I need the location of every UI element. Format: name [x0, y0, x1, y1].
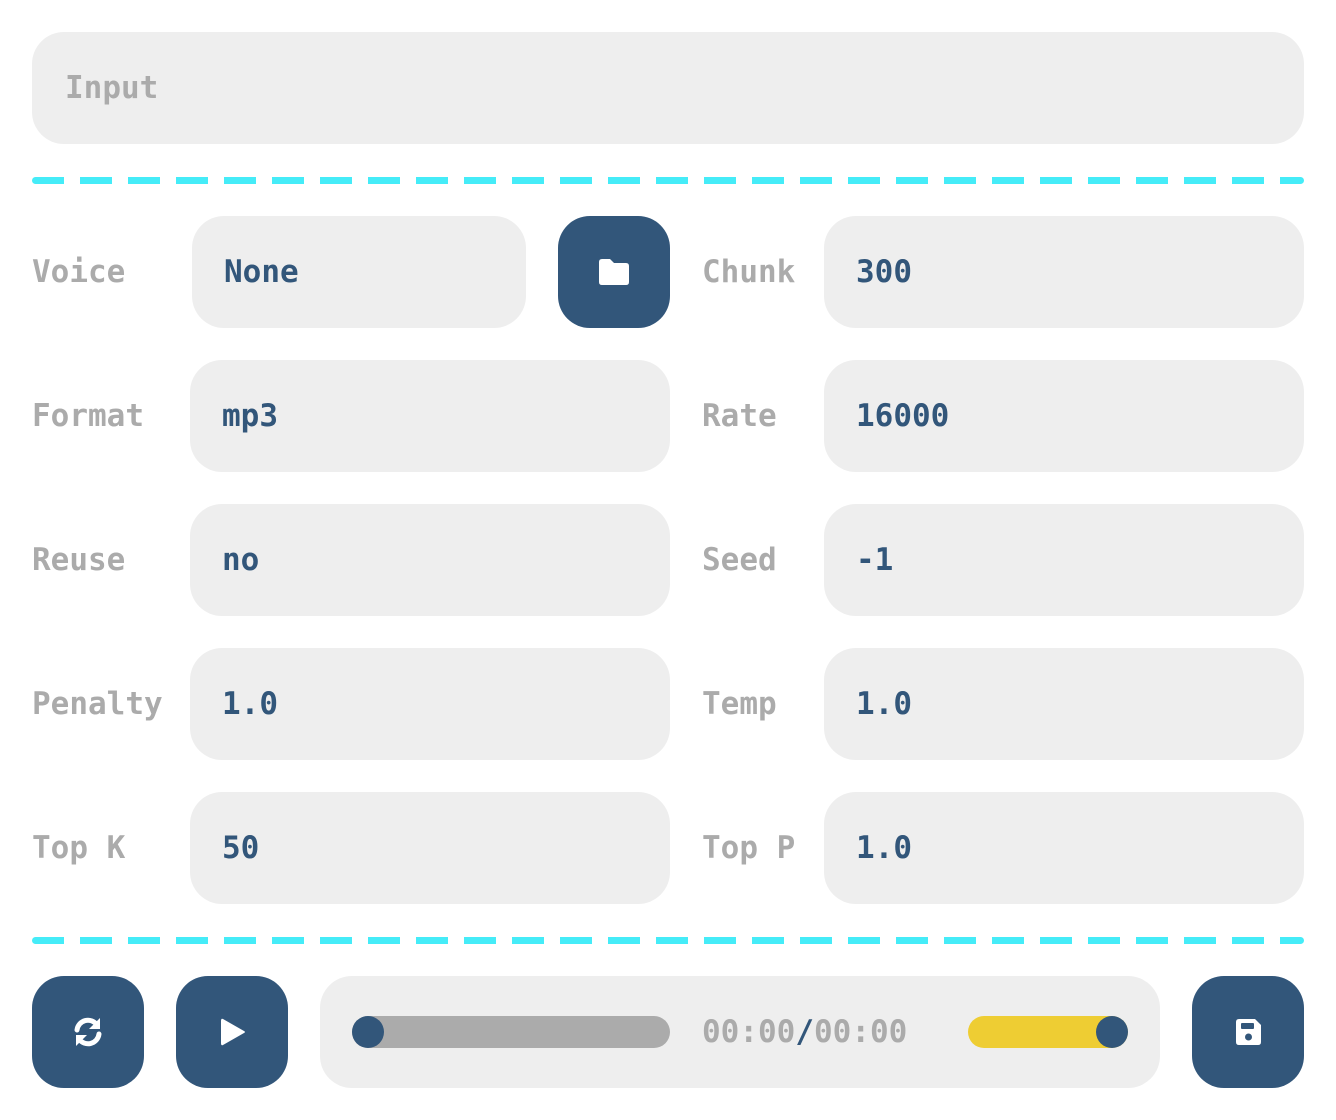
seek-handle[interactable] — [352, 1016, 384, 1048]
rate-field[interactable]: 16000 — [824, 360, 1304, 472]
top-k-field[interactable]: 50 — [190, 792, 670, 904]
chunk-field[interactable]: 300 — [824, 216, 1304, 328]
refresh-button[interactable] — [32, 976, 144, 1088]
voice-label: Voice — [32, 254, 126, 290]
reuse-field[interactable]: no — [190, 504, 670, 616]
penalty-label: Penalty — [32, 686, 163, 722]
penalty-field[interactable]: 1.0 — [190, 648, 670, 760]
temp-field[interactable]: 1.0 — [824, 648, 1304, 760]
seed-field[interactable]: -1 — [824, 504, 1304, 616]
folder-icon — [599, 259, 629, 285]
temp-label: Temp — [702, 686, 777, 722]
current-time: 00:00 — [702, 1014, 796, 1050]
format-field[interactable]: mp3 — [190, 360, 670, 472]
format-label: Format — [32, 398, 144, 434]
seek-bar[interactable] — [352, 1016, 670, 1048]
reuse-label: Reuse — [32, 542, 126, 578]
time-display: 00:00 / 00:00 — [702, 976, 907, 1088]
voice-field[interactable]: None — [192, 216, 526, 328]
duration: 00:00 — [814, 1014, 908, 1050]
seed-label: Seed — [702, 542, 777, 578]
top-p-field[interactable]: 1.0 — [824, 792, 1304, 904]
voice-browse-button[interactable] — [558, 216, 670, 328]
rate-label: Rate — [702, 398, 777, 434]
top-p-label: Top P — [702, 830, 796, 866]
save-button[interactable] — [1192, 976, 1304, 1088]
play-icon — [221, 1018, 245, 1046]
play-button[interactable] — [176, 976, 288, 1088]
chunk-label: Chunk — [702, 254, 796, 290]
text-input-placeholder: Input — [65, 70, 159, 106]
volume-handle[interactable] — [1096, 1016, 1128, 1048]
audio-player: 00:00 / 00:00 — [320, 976, 1160, 1088]
refresh-icon — [74, 1017, 102, 1047]
bottom-divider — [32, 937, 1304, 944]
time-separator: / — [795, 1014, 814, 1050]
top-divider — [32, 177, 1304, 184]
top-k-label: Top K — [32, 830, 126, 866]
save-icon — [1236, 1019, 1261, 1045]
text-input[interactable]: Input — [32, 32, 1304, 144]
